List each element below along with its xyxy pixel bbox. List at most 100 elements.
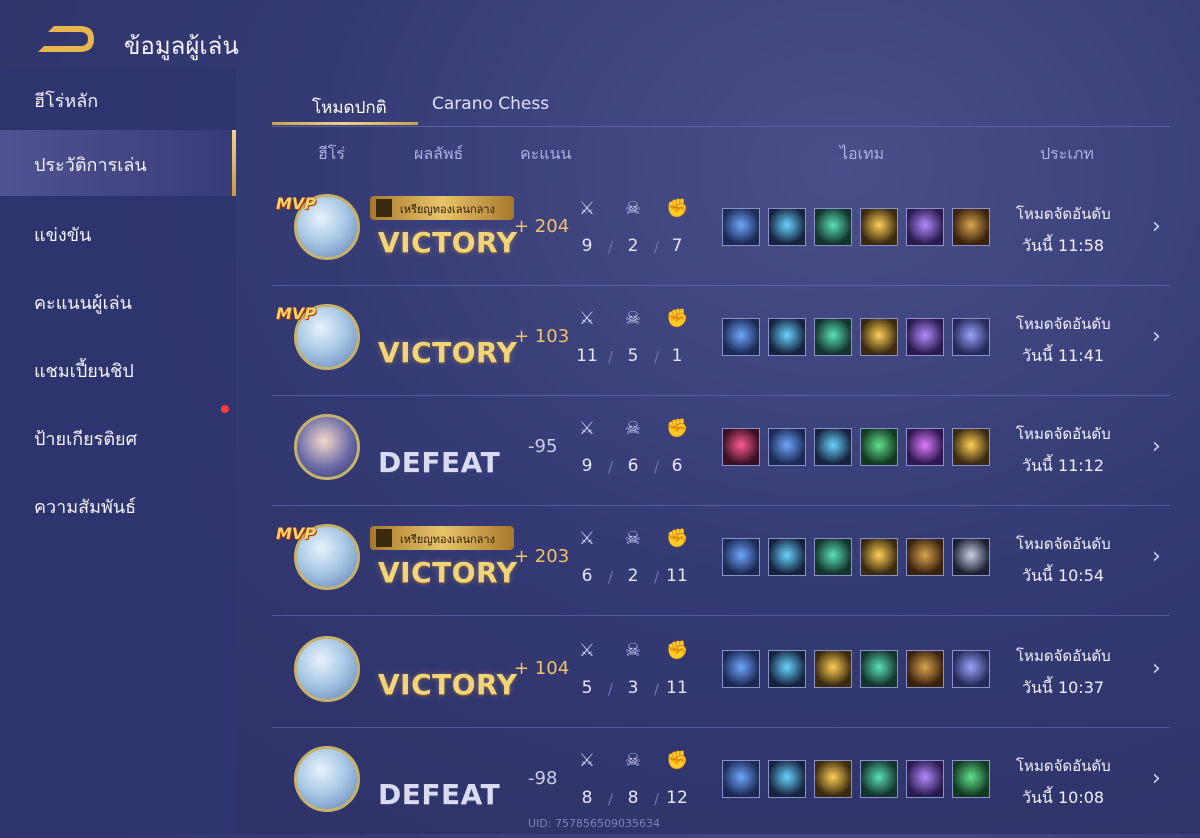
kda-separator: / <box>608 348 614 366</box>
orb-icon[interactable] <box>906 428 944 466</box>
blade-icon[interactable] <box>906 208 944 246</box>
kda-separator: / <box>608 238 614 256</box>
sword-icon[interactable] <box>814 318 852 356</box>
chevron-right-icon[interactable]: › <box>1152 214 1161 239</box>
chevron-right-icon[interactable]: › <box>1152 766 1161 791</box>
medal-label: เหรียญทองเลนกลาง <box>400 203 495 216</box>
sidebar-item-label: แข่งขัน <box>34 225 92 246</box>
match-score: -98 <box>528 768 558 789</box>
sword-icon[interactable] <box>860 760 898 798</box>
potion-icon[interactable] <box>768 208 806 246</box>
chevron-right-icon[interactable]: › <box>1152 324 1161 349</box>
sidebar-item-player-score[interactable]: คะแนนผู้เล่น <box>0 268 236 334</box>
tab-carano-chess[interactable]: Carano Chess <box>432 94 549 114</box>
notification-dot <box>221 405 229 413</box>
hero-avatar <box>294 636 360 702</box>
active-tab-indicator <box>272 122 418 125</box>
boots-icon[interactable] <box>722 650 760 688</box>
deaths-count: 5 <box>627 346 639 366</box>
kda-separator: / <box>654 790 660 808</box>
match-time: วันนี้ 11:41 <box>1022 346 1105 365</box>
crown-icon[interactable] <box>952 428 990 466</box>
match-row[interactable]: MVP เหรียญทองเลนกลาง VICTORY + 203 ⚔ ☠ ✊ 6 2 11 / /… <box>272 506 1170 616</box>
boots-icon[interactable] <box>722 318 760 356</box>
assists-count: 11 <box>666 678 688 698</box>
sidebar-item-label: ป้ายเกียรติยศ <box>34 429 138 450</box>
assists-icon: ✊ <box>666 528 689 549</box>
sidebar-item-label: ฮีโร่หลัก <box>34 91 99 112</box>
spellbook-icon[interactable] <box>860 428 898 466</box>
potion-icon[interactable] <box>814 428 852 466</box>
sidebar-item-label: ประวัติการเล่น <box>34 155 147 176</box>
match-time: วันนี้ 10:37 <box>1022 678 1105 697</box>
sword-icon[interactable] <box>860 650 898 688</box>
boots-icon[interactable] <box>722 208 760 246</box>
match-mode: โหมดจัดอันดับ <box>1016 647 1111 665</box>
crown-icon[interactable] <box>860 318 898 356</box>
match-row[interactable]: DEFEAT -98 ⚔ ☠ ✊ 8 8 12 / / โหมดจัดอันดับ วันนี้ 10… <box>272 728 1170 838</box>
sword-icon[interactable] <box>814 208 852 246</box>
potion-icon[interactable] <box>768 318 806 356</box>
boots-icon[interactable] <box>768 428 806 466</box>
potion-icon[interactable] <box>768 650 806 688</box>
tab-normal-mode[interactable]: โหมดปกติ <box>312 94 387 121</box>
crown-icon[interactable] <box>814 650 852 688</box>
kills-count: 9 <box>581 456 593 476</box>
match-score: -95 <box>528 436 558 457</box>
rune-icon[interactable] <box>722 428 760 466</box>
deaths-icon: ☠ <box>624 640 642 661</box>
chevron-right-icon[interactable]: › <box>1152 656 1161 681</box>
sidebar-item-championship[interactable]: แชมเปี้ยนชิป <box>0 336 236 402</box>
match-row[interactable]: DEFEAT -95 ⚔ ☠ ✊ 9 6 6 / / โหมดจัดอันดับ วันนี้ 11:… <box>272 396 1170 506</box>
sidebar-item-main-heroes[interactable]: ฮีโร่หลัก <box>0 66 236 132</box>
back-button[interactable] <box>36 22 98 56</box>
column-header-score: คะแนน <box>520 144 572 163</box>
spellbook-icon[interactable] <box>952 760 990 798</box>
chevron-right-icon[interactable]: › <box>1152 544 1161 569</box>
boots-icon[interactable] <box>722 760 760 798</box>
boots-icon[interactable] <box>722 538 760 576</box>
sidebar-item-label: คะแนนผู้เล่น <box>34 293 132 314</box>
medal-icon <box>376 199 392 217</box>
book-icon[interactable] <box>906 538 944 576</box>
kda-separator: / <box>608 680 614 698</box>
tome-icon[interactable] <box>952 318 990 356</box>
match-row[interactable]: VICTORY + 104 ⚔ ☠ ✊ 5 3 11 / / โหมดจัดอันดับ วันนี้… <box>272 618 1170 728</box>
column-header-type: ประเภท <box>1040 144 1094 163</box>
kills-count: 6 <box>581 566 593 586</box>
sidebar-item-label: ความสัมพันธ์ <box>34 497 137 518</box>
deaths-icon: ☠ <box>624 308 642 329</box>
assists-count: 11 <box>666 566 688 586</box>
sidebar-item-match-history[interactable]: ประวัติการเล่น <box>0 130 236 196</box>
match-row[interactable]: MVP เหรียญทองเลนกลาง VICTORY + 204 ⚔ ☠ ✊ 9 2 7 / / โ… <box>272 176 1170 286</box>
kda-separator: / <box>654 238 660 256</box>
crown-icon[interactable] <box>860 538 898 576</box>
book-icon[interactable] <box>906 650 944 688</box>
chevron-right-icon[interactable]: › <box>1152 434 1161 459</box>
sidebar-item-honor-badges[interactable]: ป้ายเกียรติยศ <box>0 404 236 470</box>
match-mode: โหมดจัดอันดับ <box>1016 535 1111 553</box>
sidebar-item-relationships[interactable]: ความสัมพันธ์ <box>0 472 236 538</box>
potion-icon[interactable] <box>768 538 806 576</box>
crown-icon[interactable] <box>814 760 852 798</box>
blade-icon[interactable] <box>906 318 944 356</box>
match-row[interactable]: MVP VICTORY + 103 ⚔ ☠ ✊ 11 5 1 / / โหมดจัดอันดับ วัน… <box>272 286 1170 396</box>
blade-icon[interactable] <box>906 760 944 798</box>
match-time: วันนี้ 10:54 <box>1022 566 1105 585</box>
match-score: + 204 <box>514 216 570 237</box>
book-icon[interactable] <box>952 208 990 246</box>
assists-count: 1 <box>671 346 683 366</box>
crown-icon[interactable] <box>860 208 898 246</box>
hero-avatar <box>294 414 360 480</box>
sidebar-item-competition[interactable]: แข่งขัน <box>0 200 236 266</box>
assists-icon: ✊ <box>666 418 689 439</box>
dagger-icon[interactable] <box>952 538 990 576</box>
kda-separator: / <box>608 790 614 808</box>
deaths-icon: ☠ <box>624 418 642 439</box>
potion-icon[interactable] <box>768 760 806 798</box>
tome-icon[interactable] <box>952 650 990 688</box>
deaths-count: 6 <box>627 456 639 476</box>
match-result: DEFEAT <box>378 778 501 811</box>
sword-icon[interactable] <box>814 538 852 576</box>
deaths-count: 8 <box>627 788 639 808</box>
